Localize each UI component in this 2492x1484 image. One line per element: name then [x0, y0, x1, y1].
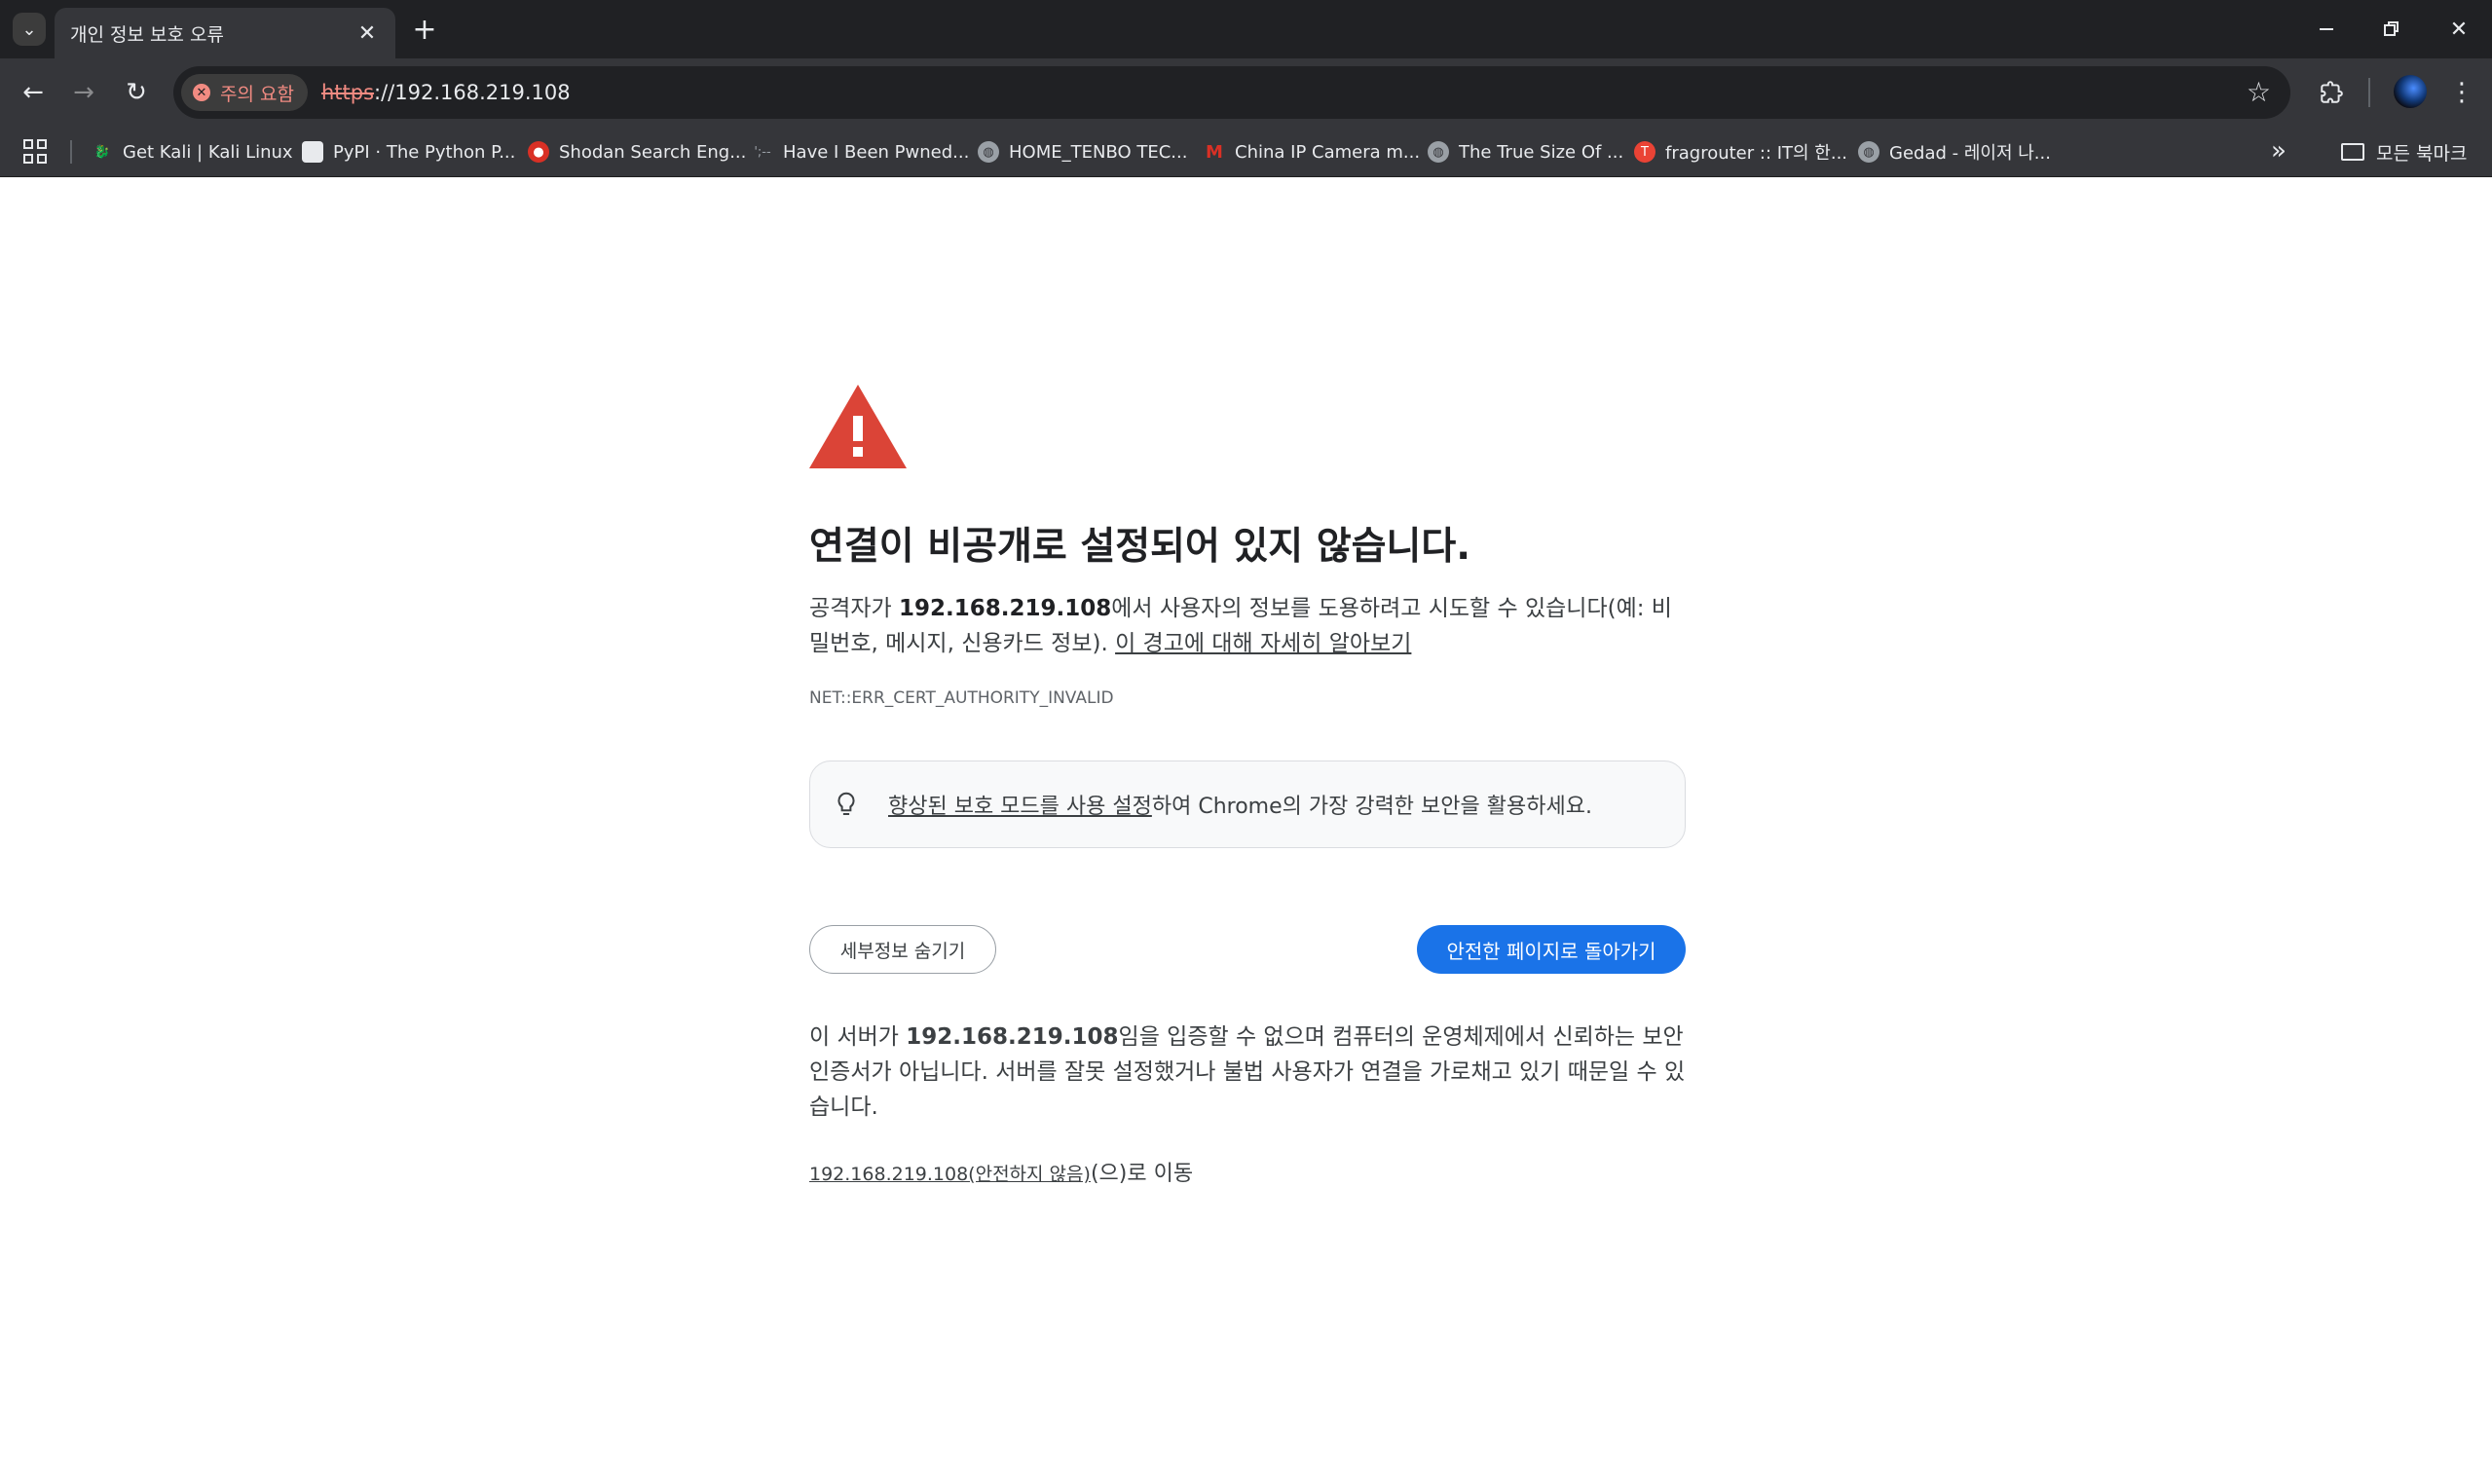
bookmark-star-icon[interactable]: ☆: [2247, 76, 2271, 108]
folder-icon: [2341, 143, 2364, 161]
bookmark-item-fragrouter[interactable]: T fragrouter :: IT의 한...: [1634, 127, 1847, 177]
bookmark-label: Get Kali | Kali Linux: [123, 141, 293, 163]
bookmark-label: The True Size Of ...: [1459, 141, 1624, 163]
enhanced-protection-text: 하여 Chrome의 가장 강력한 보안을 활용하세요.: [1151, 795, 1592, 819]
tistory-icon: T: [1634, 141, 1655, 163]
proceed-line: 192.168.219.108(안전하지 않음)(으)로 이동: [809, 1156, 1193, 1187]
error-code: NET::ERR_CERT_AUTHORITY_INVALID: [809, 688, 1114, 708]
proceed-unsafe-link[interactable]: 192.168.219.108(안전하지 않음): [809, 1164, 1091, 1185]
message-text: 공격자가: [809, 596, 899, 621]
tab-search-chevron-icon[interactable]: ⌄: [13, 13, 46, 46]
bookmark-item-pypi[interactable]: PyPI · The Python P...: [302, 127, 515, 177]
url-host: ://192.168.219.108: [374, 81, 571, 104]
enhanced-protection-promo: 향상된 보호 모드를 사용 설정하여 Chrome의 가장 강력한 보안을 활용…: [809, 761, 1686, 848]
minimize-icon[interactable]: [2307, 10, 2346, 49]
m-logo-icon: M: [1206, 141, 1223, 163]
url-scheme: https: [320, 81, 375, 104]
bookmark-label: fragrouter :: IT의 한...: [1665, 143, 1848, 164]
menu-kebab-icon[interactable]: ⋮: [2442, 73, 2481, 112]
kali-dragon-icon: 🐉: [93, 144, 111, 160]
bookmark-item-true-size[interactable]: ◍ The True Size Of ...: [1428, 127, 1623, 177]
reload-icon[interactable]: ↻: [117, 73, 156, 112]
close-window-icon[interactable]: ✕: [2439, 10, 2478, 49]
toolbar: ← → ↻ ✕ 주의 요함 https://192.168.219.108 ☆ …: [0, 58, 2492, 127]
toolbar-separator: [2368, 78, 2370, 107]
bookmarks-separator: [70, 140, 72, 164]
security-chip[interactable]: ✕ 주의 요함: [181, 74, 308, 111]
host-name: 192.168.219.108: [898, 596, 1112, 621]
bookmark-item-tenbo[interactable]: ◍ HOME_TENBO TEC...: [978, 127, 1187, 177]
enhanced-protection-link[interactable]: 향상된 보호 모드를 사용 설정: [888, 795, 1152, 819]
bookmark-label: Gedad - 레이저 나...: [1889, 143, 2051, 164]
back-to-safety-button[interactable]: 안전한 페이지로 돌아가기: [1417, 925, 1686, 974]
hide-details-button[interactable]: 세부정보 숨기기: [809, 925, 996, 974]
proceed-tail-text: (으)로 이동: [1090, 1162, 1194, 1186]
back-arrow-icon[interactable]: ←: [14, 73, 53, 112]
new-tab-plus-icon[interactable]: +: [407, 12, 442, 47]
bookmark-item-gedad[interactable]: ◍ Gedad - 레이저 나...: [1858, 127, 2051, 177]
globe-icon: ◍: [1858, 141, 1879, 163]
all-bookmarks-button[interactable]: 모든 북마크: [2341, 127, 2467, 177]
address-bar[interactable]: ✕ 주의 요함 https://192.168.219.108 ☆: [173, 66, 2290, 119]
bookmarks-bar: 🐉 Get Kali | Kali Linux PyPI · The Pytho…: [0, 127, 2492, 177]
bookmark-label: China IP Camera m...: [1235, 141, 1421, 163]
bookmark-label: PyPI · The Python P...: [333, 141, 516, 163]
all-bookmarks-label: 모든 북마크: [2376, 142, 2468, 165]
globe-icon: ◍: [1428, 141, 1449, 163]
apps-grid-icon[interactable]: [23, 139, 49, 165]
pypi-cube-icon: [302, 141, 323, 163]
extensions-icon[interactable]: [2312, 73, 2351, 112]
details-message: 이 서버가 192.168.219.108임을 입증할 수 없으며 컴퓨터의 운…: [809, 1020, 1686, 1125]
active-tab[interactable]: 개인 정보 보호 오류 ✕: [55, 8, 395, 58]
tab-title: 개인 정보 보호 오류: [70, 23, 224, 46]
warning-triangle-icon: [809, 385, 907, 468]
learn-more-link[interactable]: 이 경고에 대해 자세히 알아보기: [1115, 631, 1411, 656]
profile-avatar[interactable]: [2394, 75, 2427, 108]
tab-close-icon[interactable]: ✕: [354, 21, 380, 46]
bookmark-item-hibp[interactable]: ';-- Have I Been Pwned...: [752, 127, 969, 177]
lightbulb-icon: [837, 792, 855, 815]
tab-strip: ⌄ 개인 정보 보호 오류 ✕ + ✕: [0, 0, 2492, 58]
main-message: 공격자가 192.168.219.108에서 사용자의 정보를 도용하려고 시도…: [809, 591, 1686, 661]
url-text[interactable]: https://192.168.219.108: [321, 81, 571, 104]
security-chip-label: 주의 요함: [220, 83, 294, 105]
bookmark-label: Have I Been Pwned...: [783, 141, 970, 163]
bookmark-item-shodan[interactable]: ● Shodan Search Eng...: [528, 127, 746, 177]
bookmark-item-kali[interactable]: 🐉 Get Kali | Kali Linux: [92, 127, 293, 177]
bookmark-label: Shodan Search Eng...: [559, 141, 747, 163]
more-bookmarks-chevron-icon[interactable]: »: [2271, 136, 2287, 166]
globe-icon: ◍: [978, 141, 999, 163]
security-warning-icon: ✕: [193, 84, 210, 101]
shodan-icon: ●: [528, 141, 549, 163]
restore-icon[interactable]: [2372, 10, 2411, 49]
page-title: 연결이 비공개로 설정되어 있지 않습니다.: [809, 525, 1471, 569]
host-name: 192.168.219.108: [906, 1024, 1119, 1050]
details-text: 이 서버가: [809, 1024, 907, 1050]
hibp-icon: ';--: [754, 144, 771, 160]
forward-arrow-icon[interactable]: →: [64, 73, 103, 112]
bookmark-label: HOME_TENBO TEC...: [1009, 141, 1188, 163]
bookmark-item-china-ip-camera[interactable]: M China IP Camera m...: [1204, 127, 1420, 177]
